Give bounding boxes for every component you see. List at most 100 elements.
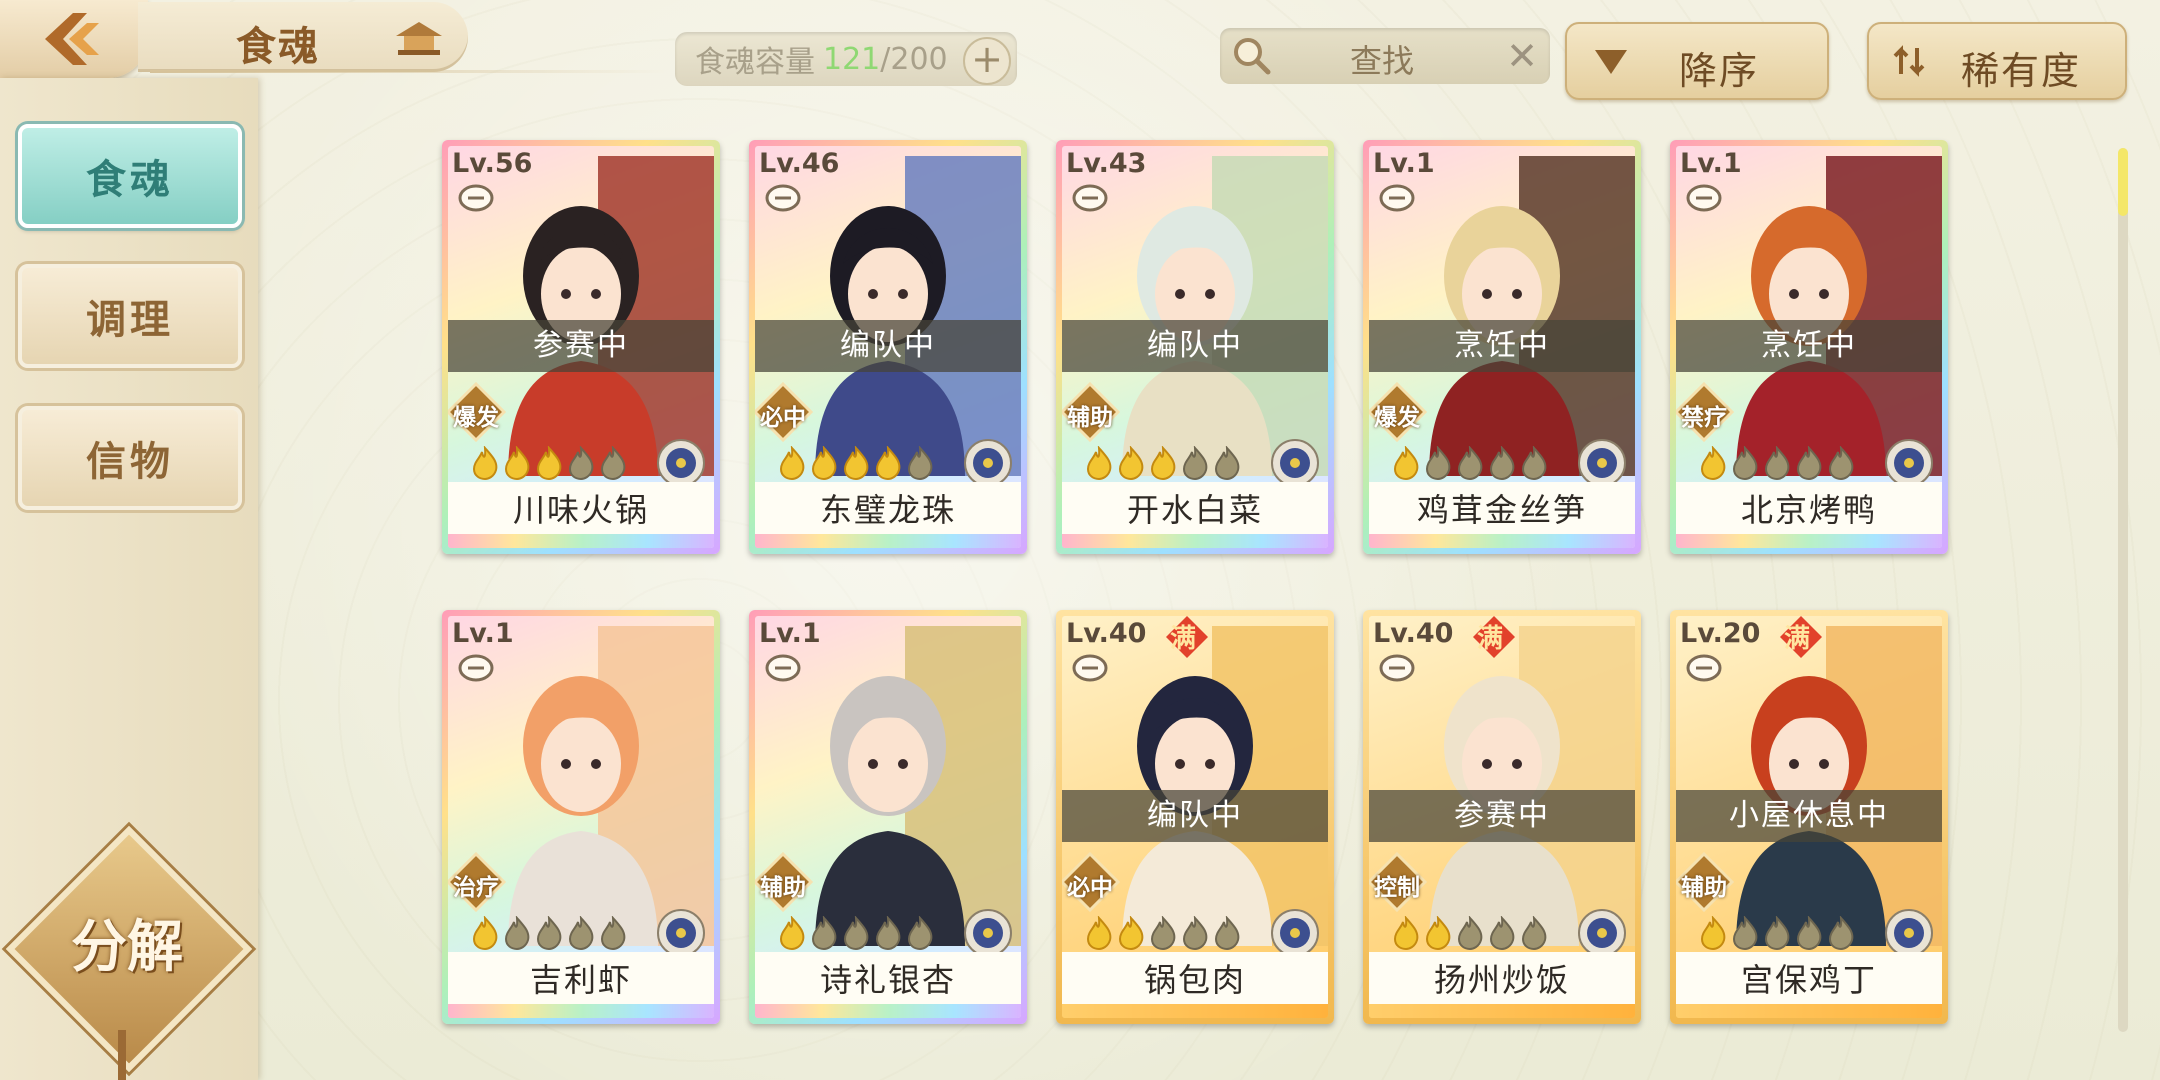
card-status: 编队中 bbox=[1062, 320, 1328, 372]
card-bottom-stripe bbox=[1062, 1004, 1328, 1018]
card-role: 必中 bbox=[760, 405, 806, 431]
flame-star-filled-icon bbox=[1700, 916, 1726, 950]
flame-star-empty-icon bbox=[907, 446, 933, 480]
flame-star-empty-icon bbox=[568, 446, 594, 480]
clear-icon[interactable]: ✕ bbox=[1506, 34, 1538, 78]
mood-icon bbox=[458, 184, 494, 212]
flame-star-empty-icon bbox=[811, 916, 837, 950]
card-name: 川味火锅 bbox=[448, 482, 714, 538]
card-level: Lv.1 bbox=[1680, 148, 1742, 179]
food-soul-card[interactable]: Lv.46 编队中 必中 东璧龙珠 bbox=[749, 140, 1027, 554]
flame-star-empty-icon bbox=[1489, 916, 1515, 950]
sort-order-label: 降序 bbox=[1679, 49, 1760, 93]
sort-swap-icon bbox=[1893, 45, 1925, 77]
food-soul-card[interactable]: Lv.56 参赛中爆发川味火锅 bbox=[442, 140, 720, 554]
decompose-label[interactable]: 分解 bbox=[52, 902, 202, 983]
card-inner: Lv.1 治疗 吉利虾 bbox=[448, 616, 714, 1018]
food-soul-card[interactable]: Lv.1 烹饪中 爆发 鸡茸金丝笋 bbox=[1363, 140, 1641, 554]
card-bottom-stripe bbox=[1369, 534, 1635, 548]
card-status: 编队中 bbox=[755, 320, 1021, 372]
flame-star-empty-icon bbox=[1182, 916, 1208, 950]
card-bottom-stripe bbox=[448, 534, 714, 548]
flame-star-filled-icon bbox=[875, 446, 901, 480]
flame-star-empty-icon bbox=[1796, 446, 1822, 480]
element-flower-icon bbox=[964, 439, 1012, 487]
card-bottom-stripe bbox=[1676, 534, 1942, 548]
tab-label: 食魂 bbox=[86, 157, 174, 203]
card-name: 宫保鸡丁 bbox=[1676, 952, 1942, 1008]
mood-icon bbox=[1686, 184, 1722, 212]
card-inner: Lv.40 满编队中 必中 锅包肉 bbox=[1062, 616, 1328, 1018]
card-name: 诗礼银杏 bbox=[755, 952, 1021, 1008]
star-rating bbox=[1698, 916, 1856, 950]
tab-seasoning[interactable]: 调理 bbox=[18, 264, 242, 368]
element-flower-icon bbox=[964, 909, 1012, 957]
flame-star-empty-icon bbox=[1828, 916, 1854, 950]
element-flower-icon bbox=[1271, 439, 1319, 487]
mood-icon bbox=[1686, 654, 1722, 682]
pavilion-icon[interactable] bbox=[392, 18, 446, 58]
card-role: 爆发 bbox=[1374, 405, 1420, 431]
food-soul-card[interactable]: Lv.1 烹饪中 禁疗 北京烤鸭 bbox=[1670, 140, 1948, 554]
search-label: 查找 bbox=[1350, 42, 1415, 80]
tab-tokens[interactable]: 信物 bbox=[18, 406, 242, 510]
flame-star-filled-icon bbox=[1393, 916, 1419, 950]
tassel-decoration bbox=[118, 1030, 126, 1080]
sort-key-label: 稀有度 bbox=[1961, 49, 2082, 93]
card-inner: Lv.1 烹饪中 禁疗 北京烤鸭 bbox=[1676, 146, 1942, 548]
sort-key-button[interactable]: 稀有度 bbox=[1867, 22, 2127, 100]
card-level: Lv.1 bbox=[452, 618, 514, 649]
mood-icon bbox=[1072, 184, 1108, 212]
card-inner: Lv.46 编队中 必中 东璧龙珠 bbox=[755, 146, 1021, 548]
tab-label: 调理 bbox=[86, 297, 174, 343]
card-inner: Lv.43 编队中 辅助 开水白菜 bbox=[1062, 146, 1328, 548]
flame-star-empty-icon bbox=[600, 446, 626, 480]
food-soul-card[interactable]: Lv.40 满编队中 必中 锅包肉 bbox=[1056, 610, 1334, 1024]
maxed-label: 满 bbox=[1784, 624, 1811, 654]
flame-star-filled-icon bbox=[1700, 446, 1726, 480]
flame-star-filled-icon bbox=[504, 446, 530, 480]
food-soul-card[interactable]: Lv.1 治疗 吉利虾 bbox=[442, 610, 720, 1024]
search-field[interactable]: 查找 ✕ bbox=[1220, 28, 1550, 84]
scrollbar[interactable] bbox=[2118, 148, 2128, 1032]
tab-food-souls[interactable]: 食魂 bbox=[18, 124, 242, 228]
mood-icon bbox=[1379, 184, 1415, 212]
card-status: 参赛中 bbox=[1369, 790, 1635, 842]
star-rating bbox=[1391, 446, 1549, 480]
flame-star-empty-icon bbox=[1764, 916, 1790, 950]
card-bottom-stripe bbox=[755, 534, 1021, 548]
card-role: 治疗 bbox=[453, 875, 499, 901]
element-flower-icon bbox=[1271, 909, 1319, 957]
food-soul-card[interactable]: Lv.20 满小屋休息中 辅助 宫保鸡丁 bbox=[1670, 610, 1948, 1024]
card-bottom-stripe bbox=[1676, 1004, 1942, 1018]
back-button[interactable] bbox=[0, 0, 148, 78]
card-name: 东璧龙珠 bbox=[755, 482, 1021, 538]
card-role: 爆发 bbox=[453, 405, 499, 431]
back-arrow-icon bbox=[45, 13, 99, 65]
scrollbar-thumb[interactable] bbox=[2118, 148, 2128, 216]
flame-star-empty-icon bbox=[600, 916, 626, 950]
flame-star-empty-icon bbox=[568, 916, 594, 950]
flame-star-filled-icon bbox=[472, 916, 498, 950]
page-title: 食魂 bbox=[236, 24, 320, 70]
food-soul-card[interactable]: Lv.1 辅助 诗礼银杏 bbox=[749, 610, 1027, 1024]
card-level: Lv.40 bbox=[1373, 618, 1454, 649]
card-name: 开水白菜 bbox=[1062, 482, 1328, 538]
expand-capacity-button[interactable]: + bbox=[963, 37, 1011, 85]
card-role: 禁疗 bbox=[1681, 405, 1727, 431]
descending-arrow-icon bbox=[1595, 50, 1627, 74]
flame-star-empty-icon bbox=[1214, 446, 1240, 480]
card-status: 参赛中 bbox=[448, 320, 714, 372]
flame-star-empty-icon bbox=[1150, 916, 1176, 950]
flame-star-filled-icon bbox=[1086, 446, 1112, 480]
card-bottom-stripe bbox=[1369, 1004, 1635, 1018]
card-role: 必中 bbox=[1067, 875, 1113, 901]
card-status: 小屋休息中 bbox=[1676, 790, 1942, 842]
element-flower-icon bbox=[657, 909, 705, 957]
flame-star-empty-icon bbox=[875, 916, 901, 950]
food-soul-card[interactable]: Lv.40 满参赛中 控制 扬州炒饭 bbox=[1363, 610, 1641, 1024]
flame-star-empty-icon bbox=[1521, 446, 1547, 480]
food-soul-card[interactable]: Lv.43 编队中 辅助 开水白菜 bbox=[1056, 140, 1334, 554]
card-level: Lv.56 bbox=[452, 148, 533, 179]
sort-order-button[interactable]: 降序 bbox=[1565, 22, 1829, 100]
